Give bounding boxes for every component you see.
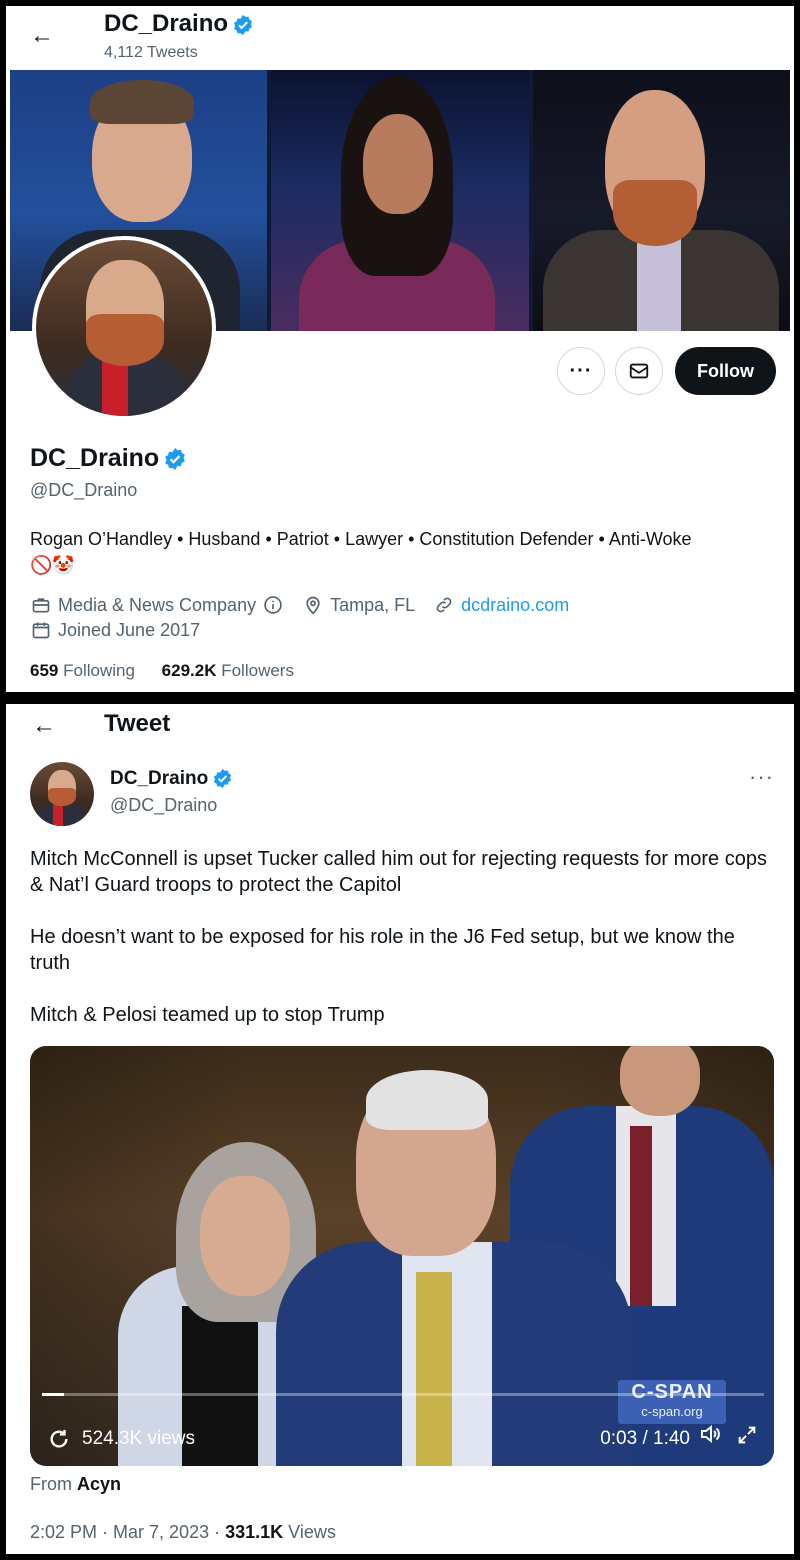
profile-category: Media & News Company [58,594,257,615]
tweet-screenshot: ← Tweet DC_Draino @DC_Draino ··· Mitch M… [6,704,794,1554]
banner-image-center [271,70,529,331]
tweet-paragraph: Mitch & Pelosi teamed up to stop Trump [30,1004,385,1026]
more-icon: ··· [569,359,593,382]
video-time: 0:03 / 1:40 [600,1428,690,1449]
following-link[interactable]: 659 Following [30,661,135,680]
profile-handle: @DC_Draino [30,480,138,500]
profile-bio: Rogan O’Handley • Husband • Patriot • La… [30,529,692,575]
profile-display-name: DC_Draino [30,444,187,473]
tweet-header-bar: ← Tweet [6,704,794,748]
back-arrow-icon[interactable]: ← [32,712,56,740]
tweet-author-handle: @DC_Draino [110,795,218,815]
briefcase-icon [30,594,52,616]
tweet-timestamp: 2:02 PM · Mar 7, 2023 · 331.1K Views [30,1522,336,1542]
cspan-watermark-logo: C-SPAN c-span.org [618,1380,726,1424]
fullscreen-icon[interactable] [736,1424,758,1452]
profile-joined-row: Joined June 2017 [30,619,200,641]
volume-icon[interactable] [698,1422,722,1452]
video-progress-bar[interactable] [42,1393,764,1396]
profile-meta-row: Media & News Company Tampa, FL dcdraino.… [30,594,569,616]
video-source: From Acyn [30,1474,122,1494]
tweet-page-title: Tweet [104,710,171,737]
tweet-paragraph: Mitch McConnell is upset Tucker called h… [30,848,767,896]
profile-avatar[interactable] [32,236,216,420]
profile-location: Tampa, FL [330,594,416,615]
tweet-text: Mitch McConnell is upset Tucker called h… [30,846,780,1054]
bio-emoji: 🚫🤡 [30,555,75,575]
profile-actions: ··· Follow [557,347,776,395]
verified-badge-icon [165,448,186,471]
video-progress-fill [42,1393,64,1396]
verified-badge-icon [233,14,253,35]
video-view-count: 524.3K views [48,1428,195,1450]
tweet-paragraph: He doesn’t want to be exposed for his ro… [30,926,735,974]
tweet-video-player[interactable]: C-SPAN c-span.org 524.3K views 0:03 / 1:… [30,1046,774,1466]
profile-header-bar: ← DC_Draino 4,112 Tweets [6,6,794,68]
follow-button[interactable]: Follow [675,347,776,395]
header-display-name: DC_Draino [104,10,254,38]
header-tweet-count: 4,112 Tweets [104,44,198,61]
tweet-author-name[interactable]: DC_Draino [110,768,233,790]
envelope-icon [629,363,649,379]
profile-website-link[interactable]: dcdraino.com [461,595,569,616]
banner-image-right [532,70,790,331]
message-button[interactable] [615,347,663,395]
calendar-icon [30,619,52,641]
profile-follow-counts: 659 Following 629.2K Followers [30,661,294,681]
verified-badge-icon [214,769,232,789]
more-options-button[interactable]: ··· [557,347,605,395]
video-source-link[interactable]: Acyn [77,1474,121,1494]
info-icon[interactable] [262,594,284,616]
location-pin-icon [302,594,324,616]
profile-screenshot: ← DC_Draino 4,112 Tweets ··· Follow DC_D… [6,6,794,692]
tweet-author-avatar[interactable] [30,762,94,826]
back-arrow-icon[interactable]: ← [30,22,54,50]
replay-icon[interactable] [48,1428,70,1450]
followers-link[interactable]: 629.2K Followers [162,661,294,680]
profile-joined: Joined June 2017 [58,619,201,640]
tweet-more-icon[interactable]: ··· [749,764,774,790]
link-icon [433,594,455,616]
